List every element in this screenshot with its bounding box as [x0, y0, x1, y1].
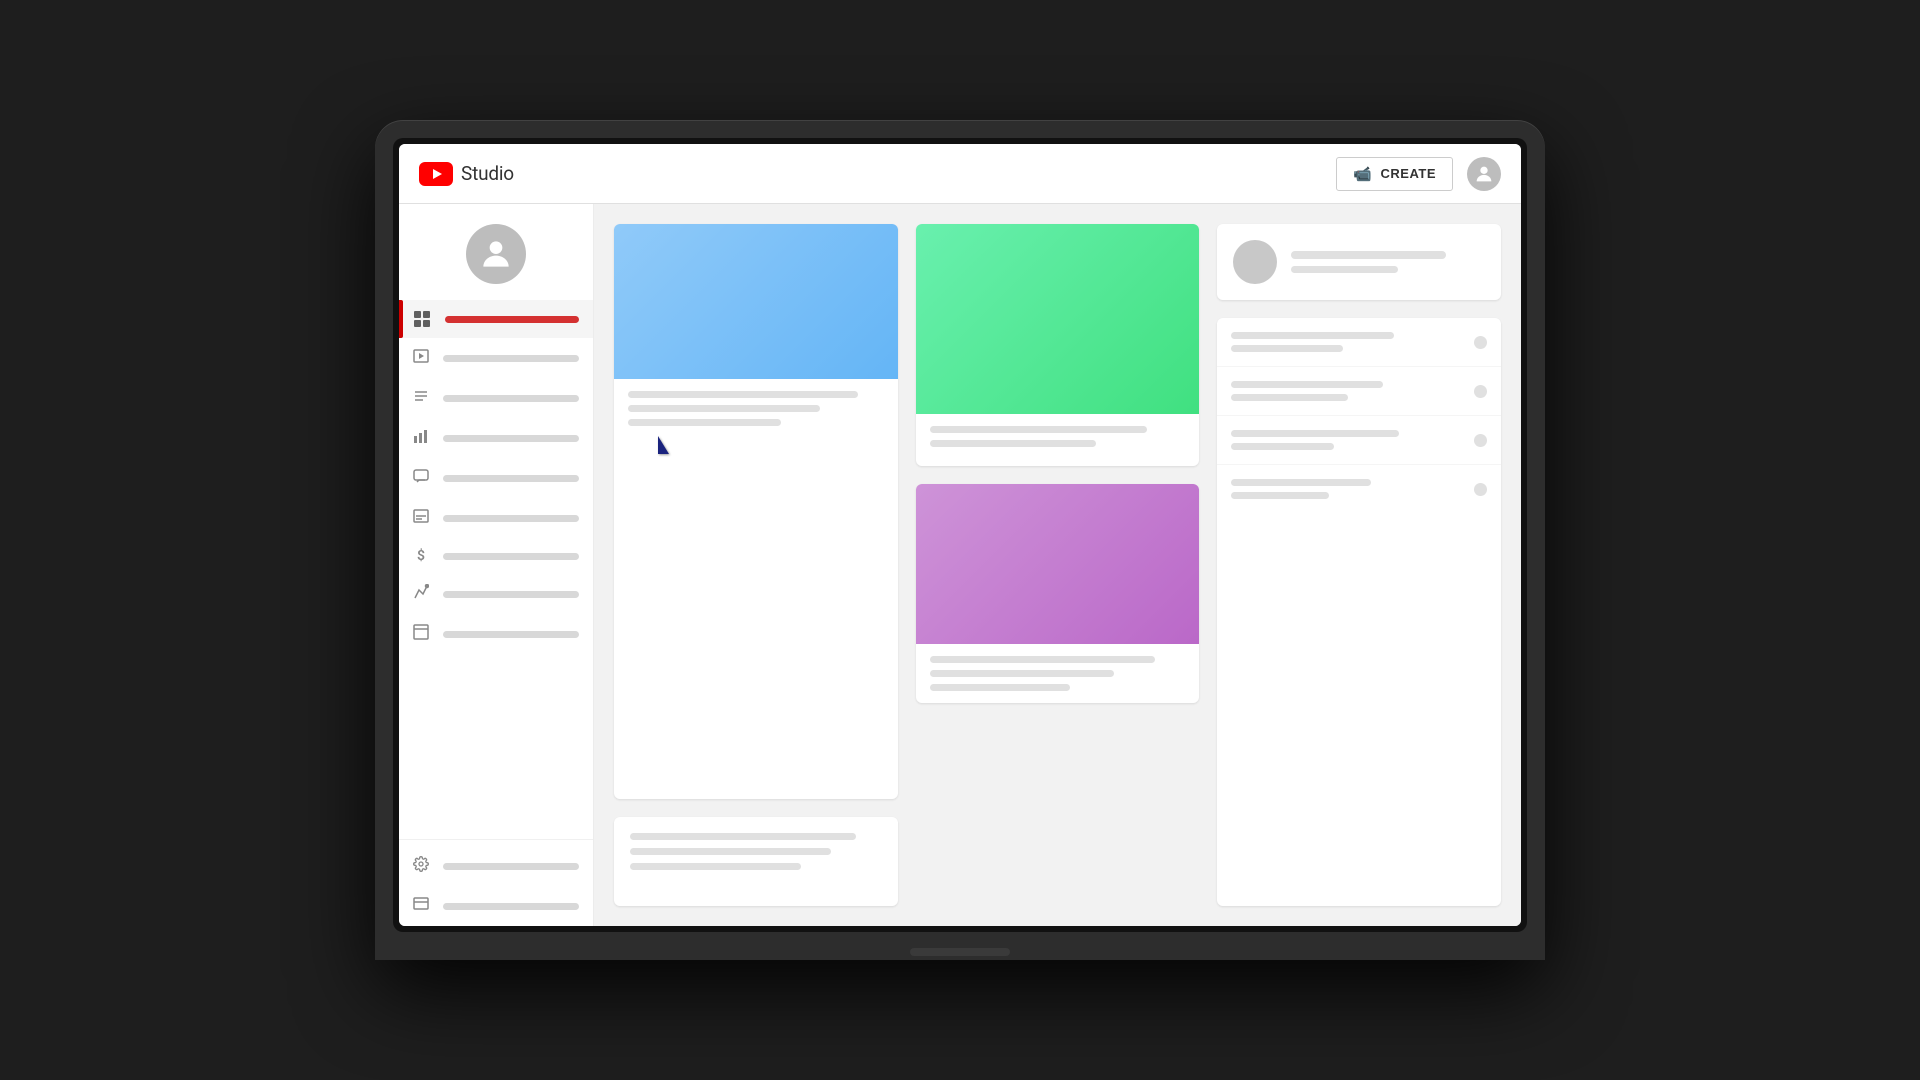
app-header: Studio 📹 CREATE [399, 144, 1521, 204]
profile-icon [477, 235, 515, 273]
channel-avatar-small [1233, 240, 1277, 284]
list1-dot [1474, 336, 1487, 349]
video-card-2[interactable] [916, 224, 1200, 466]
customization-icon [413, 584, 429, 604]
list2-line1 [1231, 381, 1382, 388]
sidebar-item-playlists[interactable] [399, 378, 593, 418]
monetization-icon: $ [413, 548, 429, 564]
video-card-4[interactable] [614, 817, 898, 906]
sidebar-item-content[interactable] [399, 338, 593, 378]
list-row-1[interactable] [1217, 318, 1501, 367]
sidebar-item-monetization[interactable]: $ [399, 538, 593, 574]
list-row-2[interactable] [1217, 367, 1501, 416]
sidebar: $ [399, 204, 594, 926]
mouse-cursor [658, 436, 669, 454]
thumbnail-green [916, 224, 1200, 414]
sidebar-item-dashboard[interactable] [399, 300, 593, 338]
list-row-4[interactable] [1217, 465, 1501, 513]
card4-line3 [630, 863, 801, 870]
create-label: CREATE [1381, 166, 1436, 181]
header-actions: 📹 CREATE [1336, 157, 1501, 191]
create-camera-icon: 📹 [1353, 165, 1372, 183]
list1-line1 [1231, 332, 1394, 339]
list4-dot [1474, 483, 1487, 496]
studio-label: Studio [461, 162, 514, 185]
list3-line2 [1231, 443, 1333, 450]
sidebar-item-audio[interactable] [399, 614, 593, 654]
channel-info-card[interactable] [1217, 224, 1501, 300]
create-button[interactable]: 📹 CREATE [1336, 157, 1453, 191]
playlists-icon [413, 388, 429, 408]
channel-name-bar [1291, 251, 1446, 259]
channel-sub-bar [1291, 266, 1398, 273]
subtitles-icon [413, 508, 429, 528]
dashboard-icon [413, 310, 431, 328]
sidebar-item-analytics[interactable] [399, 418, 593, 458]
list-row-3[interactable] [1217, 416, 1501, 465]
content-icon [413, 348, 429, 368]
card2-line1 [930, 426, 1147, 433]
thumbnail-blue [614, 224, 898, 379]
sidebar-item-comments[interactable] [399, 458, 593, 498]
sidebar-bottom [399, 839, 593, 926]
list-card [1217, 318, 1501, 906]
youtube-logo-icon [419, 162, 453, 186]
feedback-icon [413, 896, 429, 916]
list3-dot [1474, 434, 1487, 447]
card5-line2 [930, 670, 1114, 677]
list1-line2 [1231, 345, 1343, 352]
list3-line1 [1231, 430, 1399, 437]
video-card-1[interactable] [614, 224, 898, 799]
card4-line1 [630, 833, 856, 840]
logo-area: Studio [419, 162, 514, 186]
sidebar-profile [399, 204, 593, 300]
laptop-screen: Studio 📹 CREATE [393, 138, 1527, 932]
col2 [916, 224, 1200, 906]
thumbnail-purple [916, 484, 1200, 644]
profile-avatar [466, 224, 526, 284]
sidebar-nav: $ [399, 300, 593, 654]
card1-line2 [628, 405, 820, 412]
card2-line2 [930, 440, 1096, 447]
avatar-icon [1473, 163, 1495, 185]
card1-line3 [628, 419, 781, 426]
main-content [594, 204, 1521, 926]
list4-line2 [1231, 492, 1329, 499]
card5-line3 [930, 684, 1071, 691]
dashboard-label-bar [445, 316, 579, 323]
col1 [614, 224, 898, 906]
user-avatar[interactable] [1467, 157, 1501, 191]
comments-icon [413, 468, 429, 488]
card5-line1 [930, 656, 1155, 663]
col3 [1217, 224, 1501, 906]
analytics-icon [413, 428, 429, 448]
sidebar-item-feedback[interactable] [399, 886, 593, 926]
sidebar-item-settings[interactable] [399, 846, 593, 886]
list2-line2 [1231, 394, 1347, 401]
sidebar-item-customization[interactable] [399, 574, 593, 614]
list2-dot [1474, 385, 1487, 398]
list4-line1 [1231, 479, 1371, 486]
card4-line2 [630, 848, 831, 855]
settings-icon [413, 856, 429, 876]
card1-line1 [628, 391, 858, 398]
sidebar-item-subtitles[interactable] [399, 498, 593, 538]
video-card-5[interactable] [916, 484, 1200, 703]
audio-icon [413, 624, 429, 644]
